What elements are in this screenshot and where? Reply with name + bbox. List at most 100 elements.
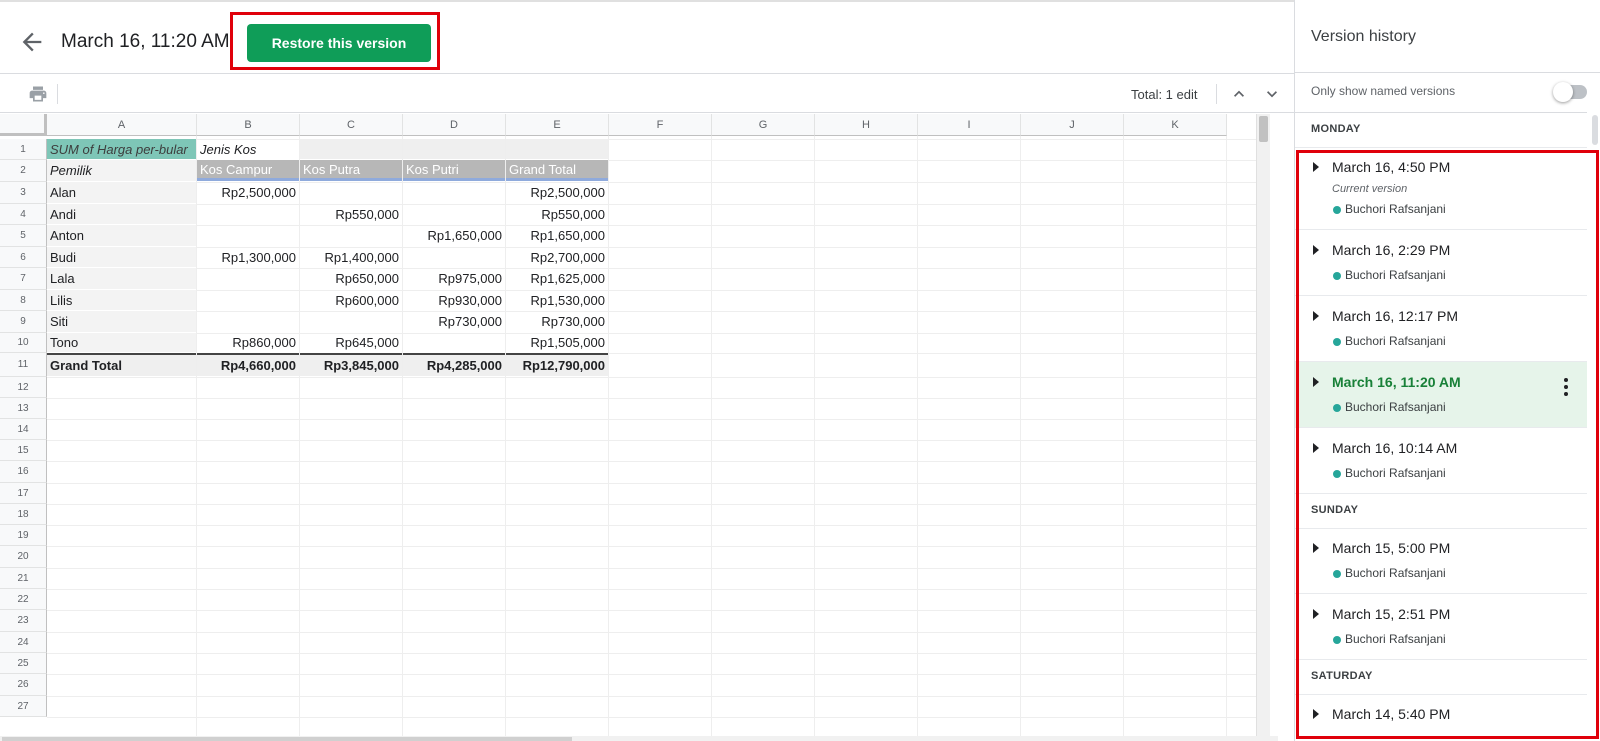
pivot-value-cell[interactable]: Rp645,000 (300, 333, 402, 352)
pivot-value-cell[interactable] (403, 247, 505, 267)
version-item[interactable]: March 16, 2:29 PM Buchori Rafsanjani (1295, 230, 1587, 296)
pivot-value-cell[interactable]: Rp1,625,000 (506, 268, 608, 289)
row-header[interactable]: 4 (0, 204, 47, 225)
pivot-empty-cell[interactable] (506, 139, 608, 159)
row-header[interactable]: 5 (0, 225, 47, 247)
row-header[interactable]: 13 (0, 398, 47, 419)
caret-right-icon[interactable] (1313, 245, 1319, 255)
caret-right-icon[interactable] (1313, 377, 1319, 387)
pivot-value-cell[interactable]: Rp730,000 (506, 311, 608, 332)
version-item[interactable]: March 15, 2:51 PM Buchori Rafsanjani (1295, 594, 1587, 660)
row-header[interactable]: 6 (0, 247, 47, 268)
previous-edit-button[interactable] (1229, 84, 1249, 104)
pivot-value-cell[interactable]: Rp600,000 (300, 290, 402, 310)
pivot-row-name[interactable]: Andi (47, 204, 196, 224)
scrollbar-thumb[interactable] (1592, 115, 1598, 145)
row-header[interactable]: 2 (0, 160, 47, 182)
pivot-value-cell[interactable]: Rp550,000 (300, 204, 402, 224)
row-header[interactable]: 21 (0, 568, 47, 589)
pivot-value-cell[interactable] (300, 225, 402, 246)
pivot-row-name[interactable]: Lala (47, 268, 196, 289)
caret-right-icon[interactable] (1313, 609, 1319, 619)
row-header[interactable]: 20 (0, 546, 47, 568)
version-item[interactable]: March 16, 11:20 AM Buchori Rafsanjani (1295, 362, 1587, 428)
column-header-e[interactable]: E (506, 114, 609, 136)
scrollbar-thumb[interactable] (2, 737, 572, 741)
pivot-empty-cell[interactable] (403, 139, 505, 159)
row-header[interactable]: 25 (0, 653, 47, 674)
row-header[interactable]: 22 (0, 589, 47, 610)
row-header[interactable]: 23 (0, 610, 47, 632)
pivot-row-name[interactable]: Budi (47, 247, 196, 267)
pivot-column-header[interactable]: Grand Total (506, 160, 608, 181)
row-header[interactable]: 12 (0, 377, 47, 398)
version-item[interactable]: March 14, 5:40 PM (1295, 694, 1587, 741)
pivot-row-label[interactable]: Pemilik (47, 160, 196, 181)
grand-total-value[interactable]: Rp4,660,000 (197, 353, 299, 376)
grand-total-label[interactable]: Grand Total (47, 353, 196, 376)
row-header[interactable]: 9 (0, 311, 47, 333)
more-vert-icon[interactable] (1558, 376, 1574, 398)
pivot-value-cell[interactable]: Rp1,650,000 (403, 225, 505, 246)
caret-right-icon[interactable] (1313, 443, 1319, 453)
pivot-value-cell[interactable] (197, 268, 299, 289)
print-button[interactable] (28, 84, 48, 104)
column-header-g[interactable]: G (712, 114, 815, 136)
pivot-row-name[interactable]: Anton (47, 225, 196, 246)
scrollbar-thumb[interactable] (1259, 116, 1268, 142)
pivot-row-name[interactable]: Siti (47, 311, 196, 332)
version-item[interactable]: March 16, 4:50 PM Current version Buchori … (1295, 147, 1587, 230)
select-all-corner[interactable] (0, 114, 47, 136)
grand-total-value[interactable]: Rp12,790,000 (506, 353, 608, 376)
caret-right-icon[interactable] (1313, 709, 1319, 719)
panel-scrollbar[interactable] (1589, 115, 1599, 741)
pivot-value-cell[interactable]: Rp1,530,000 (506, 290, 608, 310)
pivot-value-cell[interactable] (403, 204, 505, 224)
column-header-b[interactable]: B (197, 114, 300, 136)
pivot-column-group-label[interactable]: Jenis Kos (197, 139, 299, 159)
pivot-value-cell[interactable]: Rp2,500,000 (506, 182, 608, 203)
row-header[interactable]: 24 (0, 632, 47, 653)
caret-right-icon[interactable] (1313, 543, 1319, 553)
pivot-column-header[interactable]: Kos Putri (403, 160, 505, 181)
pivot-value-cell[interactable] (197, 204, 299, 224)
pivot-column-header[interactable]: Kos Putra (300, 160, 402, 181)
column-header-c[interactable]: C (300, 114, 403, 136)
row-header[interactable]: 1 (0, 139, 47, 160)
named-versions-toggle[interactable] (1553, 82, 1589, 102)
pivot-value-cell[interactable] (300, 311, 402, 332)
pivot-value-cell[interactable]: Rp2,700,000 (506, 247, 608, 267)
pivot-value-cell[interactable] (197, 290, 299, 310)
column-header-a[interactable]: A (47, 114, 197, 136)
row-header[interactable]: 10 (0, 333, 47, 353)
pivot-column-header[interactable]: Kos Campur (197, 160, 299, 181)
horizontal-scrollbar[interactable] (0, 736, 1278, 741)
pivot-value-cell[interactable]: Rp975,000 (403, 268, 505, 289)
caret-right-icon[interactable] (1313, 162, 1319, 172)
row-header[interactable]: 3 (0, 182, 47, 204)
row-header[interactable]: 18 (0, 504, 47, 525)
pivot-value-cell[interactable] (197, 311, 299, 332)
pivot-value-cell[interactable]: Rp1,400,000 (300, 247, 402, 267)
pivot-value-label[interactable]: SUM of Harga per-bular (47, 139, 196, 159)
row-header[interactable]: 27 (0, 696, 47, 717)
column-header-k[interactable]: K (1124, 114, 1227, 136)
version-item[interactable]: March 16, 12:17 PM Buchori Rafsanjani (1295, 296, 1587, 362)
vertical-scrollbar[interactable] (1256, 114, 1270, 739)
column-header-i[interactable]: I (918, 114, 1021, 136)
pivot-empty-cell[interactable] (300, 139, 402, 159)
grand-total-value[interactable]: Rp4,285,000 (403, 353, 505, 376)
back-button[interactable] (18, 28, 46, 56)
row-header[interactable]: 19 (0, 525, 47, 546)
pivot-value-cell[interactable]: Rp730,000 (403, 311, 505, 332)
version-item[interactable]: March 15, 5:00 PM Buchori Rafsanjani (1295, 528, 1587, 594)
pivot-row-name[interactable]: Alan (47, 182, 196, 203)
column-header-f[interactable]: F (609, 114, 712, 136)
restore-version-button[interactable]: Restore this version (247, 24, 431, 62)
next-edit-button[interactable] (1262, 84, 1282, 104)
row-header[interactable]: 7 (0, 268, 47, 290)
pivot-value-cell[interactable]: Rp860,000 (197, 333, 299, 352)
row-header[interactable]: 17 (0, 483, 47, 504)
pivot-row-name[interactable]: Tono (47, 333, 196, 352)
row-header[interactable]: 14 (0, 419, 47, 440)
